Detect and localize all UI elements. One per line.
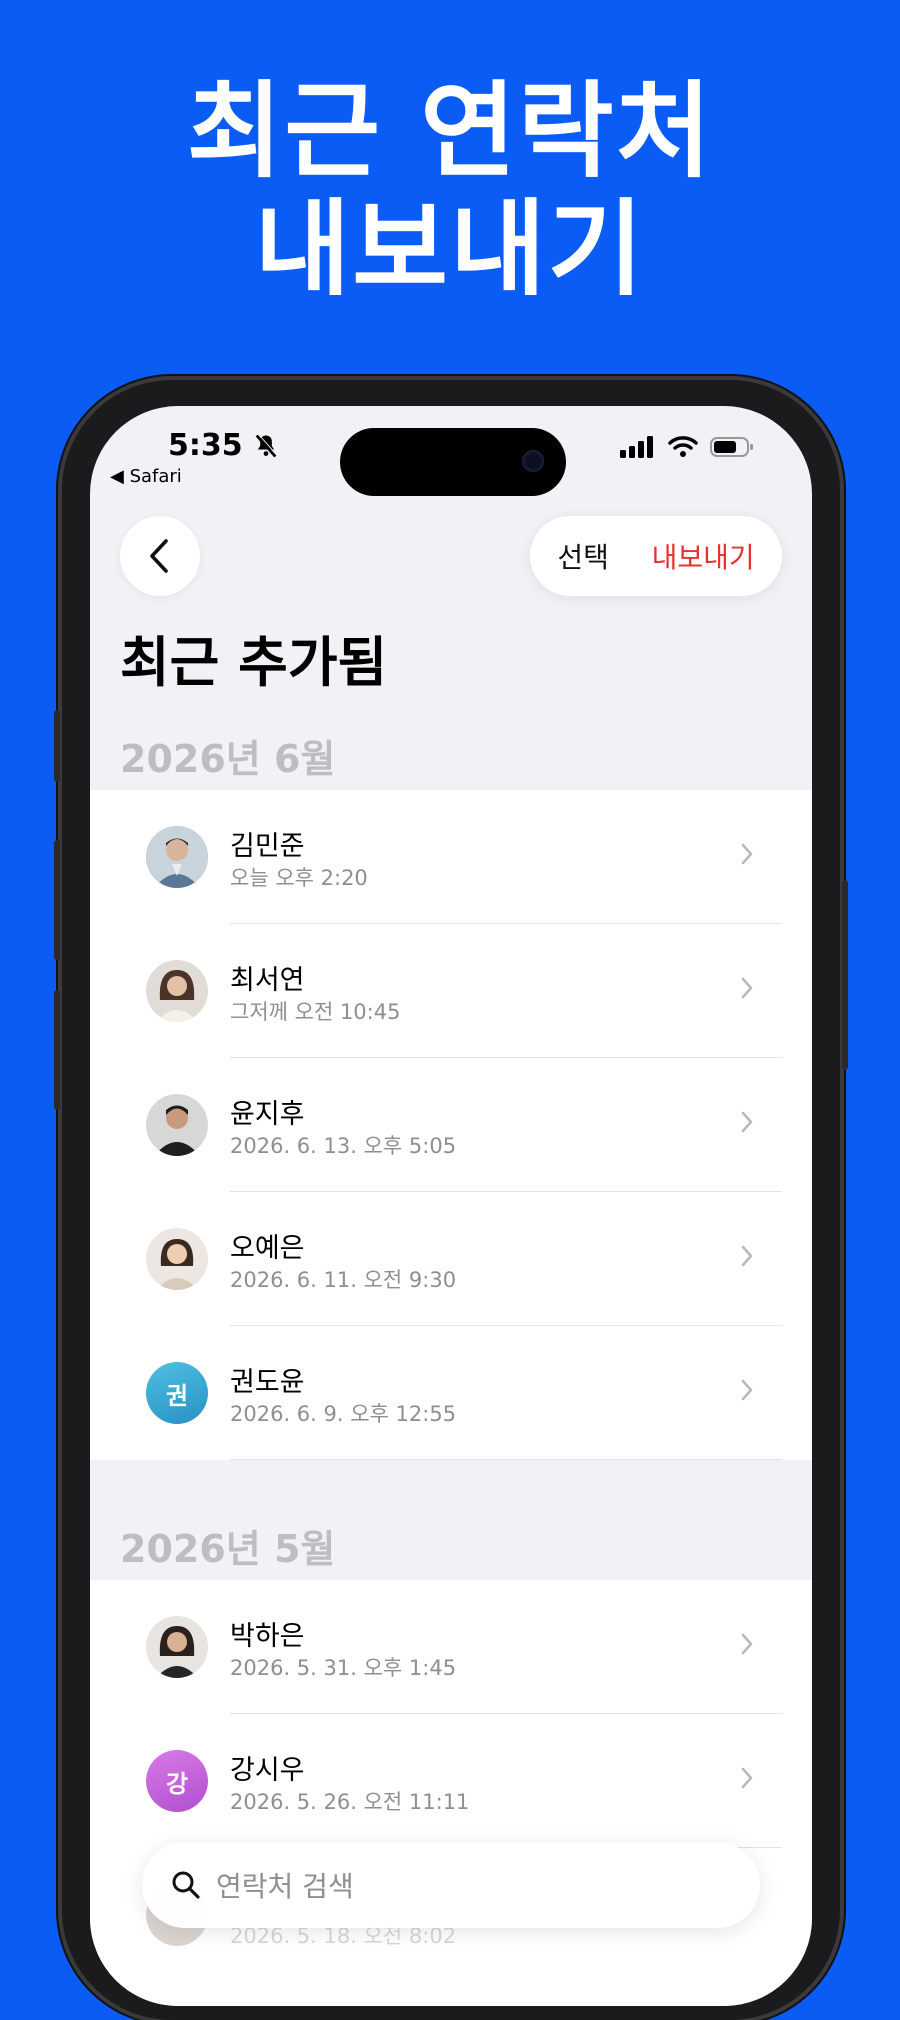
contact-row[interactable]: 박하은 2026. 5. 31. 오후 1:45 [90, 1580, 812, 1714]
contact-name: 강시우 [230, 1755, 305, 1786]
status-time: 5:35 [168, 428, 243, 463]
toolbar-actions: 선택 내보내기 [530, 516, 782, 596]
chevron-right-icon [741, 1245, 753, 1267]
contact-date: 2026. 6. 11. 오전 9:30 [230, 1268, 457, 1292]
dynamic-island [340, 428, 566, 496]
phone-action-button [54, 710, 60, 782]
status-indicators [620, 436, 754, 458]
export-button[interactable]: 내보내기 [652, 536, 755, 576]
back-to-app-label[interactable]: ◀ Safari [110, 466, 182, 487]
headline-line-2: 내보내기 [254, 188, 646, 310]
avatar [146, 1094, 208, 1156]
avatar [146, 826, 208, 888]
phone-volume-down-button [54, 990, 60, 1110]
person-photo-icon [146, 826, 208, 888]
phone-screen: 5:35 ◀ Safari 선택 내보내기 최근 추가됨 2026년 6월 김민… [90, 406, 812, 2006]
search-icon [172, 1871, 200, 1899]
contact-date: 2026. 5. 31. 오후 1:45 [230, 1656, 457, 1680]
contact-name: 박하은 [230, 1621, 305, 1652]
contact-name: 권도윤 [230, 1367, 305, 1398]
contact-row[interactable]: 김민준 오늘 오후 2:20 [90, 790, 812, 924]
contact-name: 오예은 [230, 1233, 305, 1264]
select-button[interactable]: 선택 [557, 536, 609, 576]
contact-date: 그저께 오전 10:45 [230, 1000, 401, 1024]
chevron-left-icon [150, 539, 168, 573]
avatar-initial: 강 [146, 1750, 208, 1812]
wifi-icon [668, 436, 698, 457]
contact-date: 오늘 오후 2:20 [230, 866, 368, 890]
avatar-initial: 권 [146, 1362, 208, 1424]
page-title: 최근 추가됨 [120, 631, 388, 694]
phone-side-button [842, 880, 848, 1070]
contact-row[interactable]: 권 권도윤 2026. 6. 9. 오후 12:55 [90, 1326, 812, 1460]
contact-name: 윤지후 [230, 1099, 305, 1130]
search-bar[interactable]: 연락처 검색 [142, 1842, 760, 1928]
contact-date: 2026. 5. 26. 오전 11:11 [230, 1790, 470, 1814]
search-placeholder: 연락처 검색 [216, 1870, 354, 1903]
headline-line-1: 최근 연락처 [186, 70, 714, 192]
person-photo-icon [146, 1094, 208, 1156]
chevron-right-icon [741, 1111, 753, 1133]
cellular-signal-icon [620, 436, 653, 458]
person-photo-icon [146, 960, 208, 1022]
contact-row[interactable]: 윤지후 2026. 6. 13. 오후 5:05 [90, 1058, 812, 1192]
contact-date: 2026. 6. 13. 오후 5:05 [230, 1134, 457, 1158]
chevron-right-icon [741, 1379, 753, 1401]
contact-group-may: 박하은 2026. 5. 31. 오후 1:45 강 강시우 2026. 5. … [90, 1580, 812, 2006]
avatar [146, 960, 208, 1022]
contact-row[interactable]: 최서연 그저께 오전 10:45 [90, 924, 812, 1058]
bell-slash-icon [255, 433, 278, 458]
front-camera [522, 450, 544, 472]
phone-frame: 5:35 ◀ Safari 선택 내보내기 최근 추가됨 2026년 6월 김민… [54, 380, 848, 2020]
row-divider [230, 1459, 782, 1460]
avatar [146, 1228, 208, 1290]
promo-headline: 최근 연락처 내보내기 [0, 72, 900, 308]
contact-group-june: 김민준 오늘 오후 2:20 최서연 그저께 오전 10:45 윤지후 2026… [90, 790, 812, 1460]
contact-date: 2026. 6. 9. 오후 12:55 [230, 1402, 457, 1426]
person-photo-icon [146, 1616, 208, 1678]
chevron-right-icon [741, 843, 753, 865]
chevron-right-icon [741, 1767, 753, 1789]
contact-name: 김민준 [230, 831, 305, 862]
phone-volume-up-button [54, 840, 60, 960]
battery-icon [710, 437, 753, 457]
contact-row[interactable]: 강 강시우 2026. 5. 26. 오전 11:11 [90, 1714, 812, 1848]
back-button[interactable] [120, 516, 200, 596]
chevron-right-icon [741, 1633, 753, 1655]
contact-name: 최서연 [230, 965, 305, 996]
chevron-right-icon [741, 977, 753, 999]
section-header-may: 2026년 5월 [120, 1527, 336, 1571]
person-photo-icon [146, 1228, 208, 1290]
contact-row[interactable]: 오예은 2026. 6. 11. 오전 9:30 [90, 1192, 812, 1326]
section-header-june: 2026년 6월 [120, 737, 336, 781]
avatar [146, 1616, 208, 1678]
